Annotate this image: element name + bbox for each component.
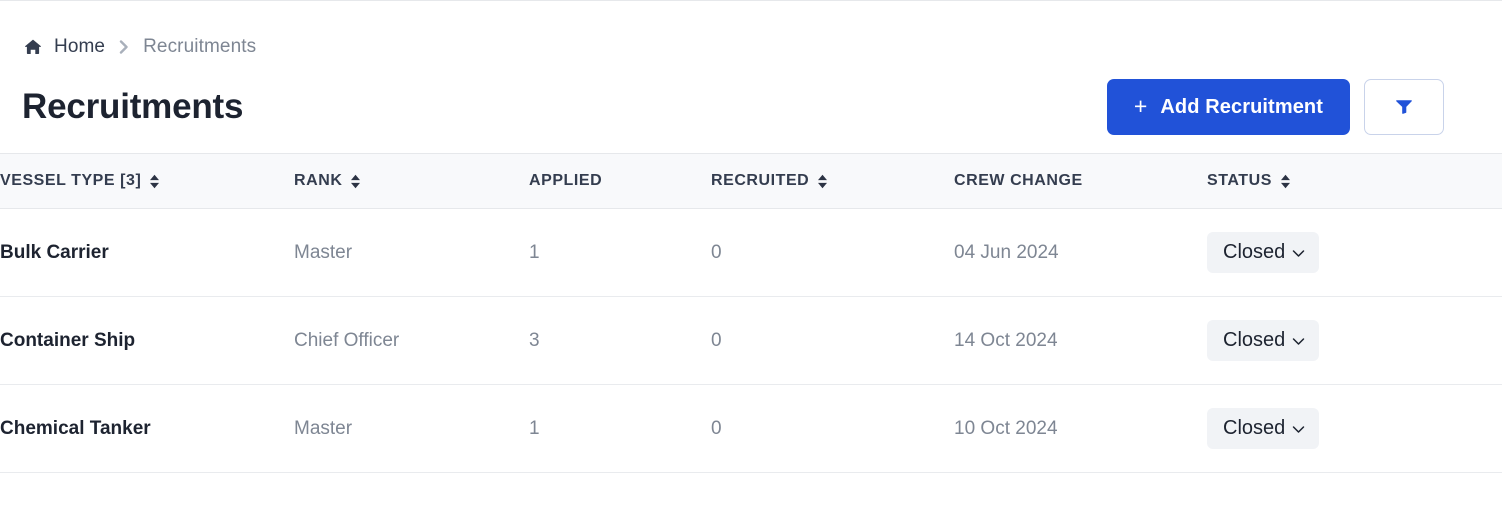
column-header-vessel-type-label: VESSEL TYPE [3] <box>0 172 142 189</box>
chevron-down-icon <box>1292 423 1305 436</box>
applied-value: 3 <box>529 329 540 351</box>
status-dropdown[interactable]: Closed <box>1207 320 1320 361</box>
header-actions: + Add Recruitment <box>1106 79 1444 135</box>
sort-icon[interactable] <box>149 174 160 189</box>
add-recruitment-label: Add Recruitment <box>1160 95 1323 118</box>
applied-value: 1 <box>529 241 540 263</box>
sort-icon[interactable] <box>1280 174 1291 189</box>
table-row[interactable]: Bulk Carrier Master 1 0 04 Jun 2024 Clos… <box>0 208 1502 297</box>
column-header-recruited[interactable]: RECRUITED <box>711 153 954 209</box>
crew-change-value: 04 Jun 2024 <box>954 241 1059 263</box>
status-label: Closed <box>1223 329 1286 351</box>
cell-recruited: 0 <box>711 296 954 385</box>
cell-status: Closed <box>1207 208 1502 297</box>
cell-vessel-type: Bulk Carrier <box>0 208 294 297</box>
cell-recruited: 0 <box>711 208 954 297</box>
chevron-down-icon <box>1292 335 1305 348</box>
column-header-vessel-type[interactable]: VESSEL TYPE [3] <box>0 153 294 209</box>
cell-crew-change: 14 Oct 2024 <box>954 296 1207 385</box>
add-recruitment-button[interactable]: + Add Recruitment <box>1106 79 1350 135</box>
recruited-value: 0 <box>711 417 722 439</box>
cell-rank: Master <box>294 384 529 473</box>
cell-vessel-type: Chemical Tanker <box>0 384 294 473</box>
status-label: Closed <box>1223 417 1286 439</box>
status-label: Closed <box>1223 241 1286 263</box>
page-title: Recruitments <box>22 87 244 126</box>
column-header-recruited-label: RECRUITED <box>711 172 810 189</box>
column-header-status-label: STATUS <box>1207 172 1272 189</box>
chevron-right-icon <box>115 38 133 56</box>
cell-status: Closed <box>1207 384 1502 473</box>
filter-icon <box>1394 96 1414 119</box>
column-header-crew-change-label: CREW CHANGE <box>954 172 1083 189</box>
recruited-value: 0 <box>711 329 722 351</box>
cell-recruited: 0 <box>711 384 954 473</box>
cell-applied: 1 <box>529 384 711 473</box>
cell-crew-change: 04 Jun 2024 <box>954 208 1207 297</box>
cell-crew-change: 10 Oct 2024 <box>954 384 1207 473</box>
page-header: Recruitments + Add Recruitment <box>0 63 1502 137</box>
column-header-applied-label: APPLIED <box>529 172 603 189</box>
recruited-value: 0 <box>711 241 722 263</box>
cell-rank: Master <box>294 208 529 297</box>
rank-value: Master <box>294 417 353 439</box>
rank-value: Master <box>294 241 353 263</box>
column-header-status[interactable]: STATUS <box>1207 153 1502 209</box>
recruitments-table: VESSEL TYPE [3] RANK APPLIED RECRUITED C… <box>0 153 1502 473</box>
table-body: Bulk Carrier Master 1 0 04 Jun 2024 Clos… <box>0 208 1502 473</box>
column-header-applied: APPLIED <box>529 153 711 209</box>
cell-applied: 1 <box>529 208 711 297</box>
crew-change-value: 10 Oct 2024 <box>954 417 1058 439</box>
table-header: VESSEL TYPE [3] RANK APPLIED RECRUITED C… <box>0 153 1502 209</box>
column-header-rank-label: RANK <box>294 172 343 189</box>
vessel-type-value: Chemical Tanker <box>0 417 151 439</box>
filter-button[interactable] <box>1364 79 1444 135</box>
breadcrumb-current-recruitments: Recruitments <box>143 36 257 57</box>
column-header-rank[interactable]: RANK <box>294 153 529 209</box>
vessel-type-value: Container Ship <box>0 329 136 351</box>
cell-status: Closed <box>1207 296 1502 385</box>
sort-icon[interactable] <box>817 174 828 189</box>
table-row[interactable]: Container Ship Chief Officer 3 0 14 Oct … <box>0 296 1502 385</box>
status-dropdown[interactable]: Closed <box>1207 232 1320 273</box>
rank-value: Chief Officer <box>294 329 400 351</box>
table-header-row: VESSEL TYPE [3] RANK APPLIED RECRUITED C… <box>0 153 1502 209</box>
applied-value: 1 <box>529 417 540 439</box>
crew-change-value: 14 Oct 2024 <box>954 329 1058 351</box>
home-icon <box>22 36 44 58</box>
column-header-crew-change: CREW CHANGE <box>954 153 1207 209</box>
status-dropdown[interactable]: Closed <box>1207 408 1320 449</box>
sort-icon[interactable] <box>350 174 361 189</box>
cell-vessel-type: Container Ship <box>0 296 294 385</box>
recruitments-page: Home Recruitments Recruitments + Add Rec… <box>0 0 1502 517</box>
cell-rank: Chief Officer <box>294 296 529 385</box>
breadcrumb-link-home[interactable]: Home <box>54 36 105 58</box>
chevron-down-icon <box>1292 247 1305 260</box>
cell-applied: 3 <box>529 296 711 385</box>
plus-icon: + <box>1133 92 1148 119</box>
vessel-type-value: Bulk Carrier <box>0 241 109 263</box>
table-row[interactable]: Chemical Tanker Master 1 0 10 Oct 2024 C… <box>0 384 1502 473</box>
breadcrumb: Home Recruitments <box>0 1 1502 63</box>
